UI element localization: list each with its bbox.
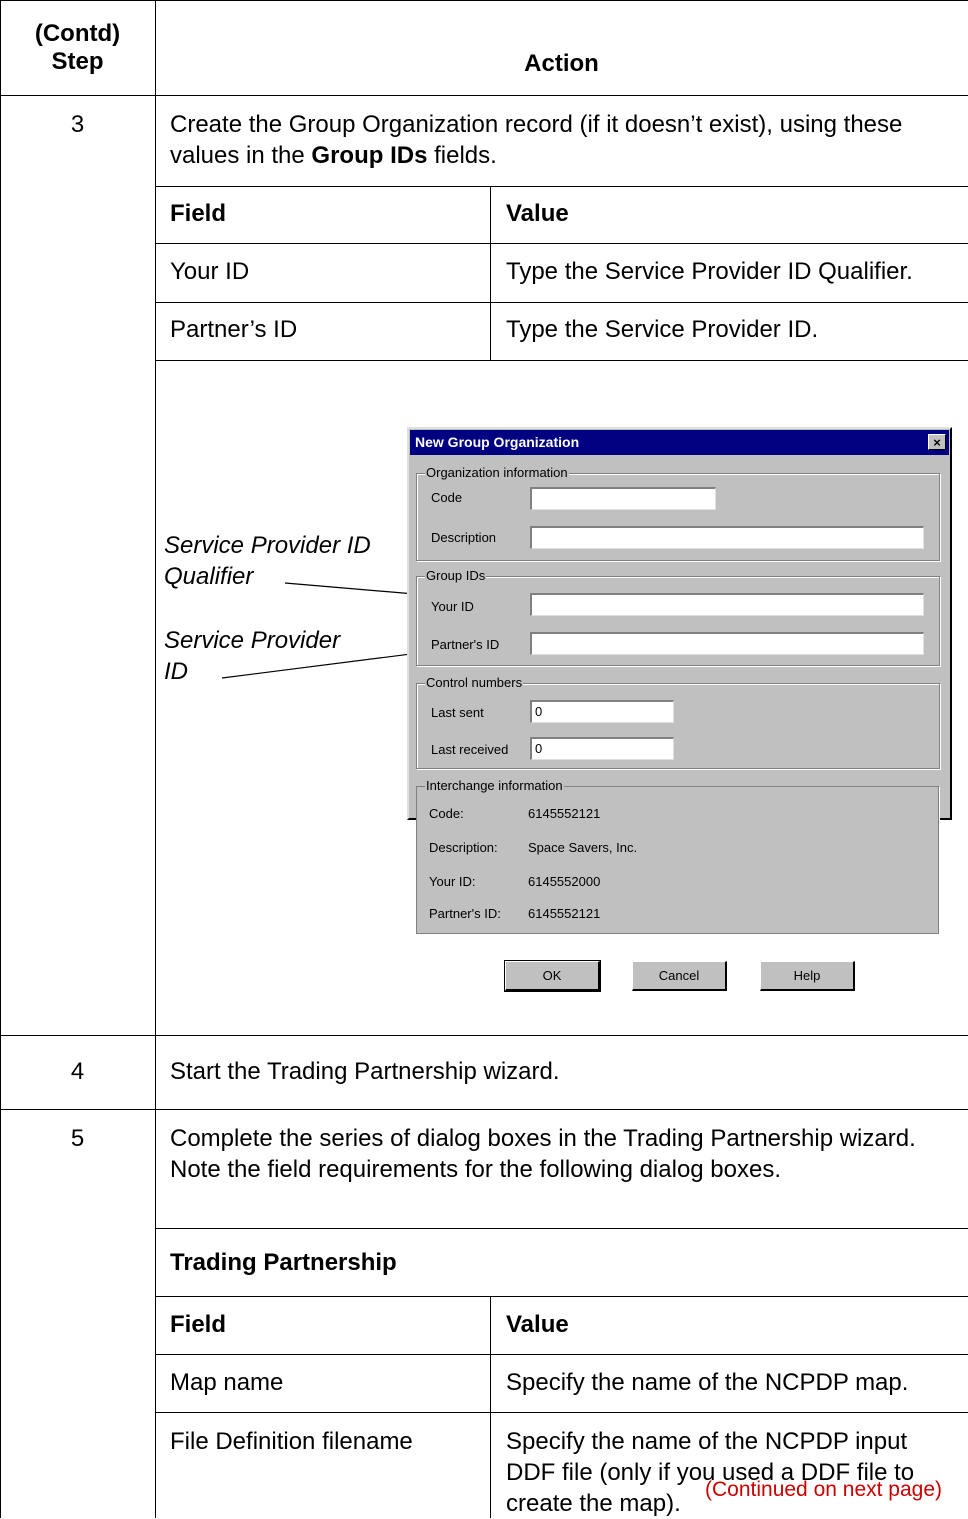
step5-table-header-field: Field [170,1311,227,1338]
step5-row2-value: Specify the name of the NCPDP input DDF … [506,1428,915,1517]
ic-code-value: 6145552121 [528,806,601,821]
organization-information-group: Organization information Code Descriptio… [416,465,940,561]
continued-note: (Continued on next page) [705,1478,942,1501]
ic-code-label: Code: [429,806,464,821]
step-number-5: 5 [70,1125,85,1152]
last-sent-label: Last sent [431,705,484,720]
ic-description-label: Description: [429,840,498,855]
step5-table-header-value: Value [506,1311,569,1338]
code-field[interactable] [530,487,716,510]
step5-row2-field: File Definition filename [170,1428,413,1455]
partners-id-label: Partner's ID [431,637,500,652]
help-button[interactable]: Help [760,961,855,991]
interchange-information-group: Interchange information Code: 6145552121… [416,778,939,934]
last-received-field[interactable]: 0 [530,737,674,760]
ic-description-value: Space Savers, Inc. [528,840,638,855]
dialog-title: New Group Organization [415,434,580,450]
control-numbers-group: Control numbers Last sent 0 Last receive… [416,675,940,769]
interchange-information-label: Interchange information [425,778,564,794]
ok-button[interactable]: OK [504,960,601,992]
last-sent-field[interactable]: 0 [530,700,674,723]
your-id-field[interactable] [530,593,924,616]
ic-partners-id-label: Partner's ID: [429,906,501,921]
your-id-label: Your ID [431,599,474,614]
description-label: Description [431,530,497,545]
trading-partnership-title: Trading Partnership [170,1249,397,1276]
description-field[interactable] [530,526,924,549]
new-group-organization-dialog: New Group Organization × Organization in… [407,427,952,820]
step5-row1-field: Map name [170,1369,284,1396]
organization-information-label: Organization information [425,465,569,481]
step4-instruction: Start the Trading Partnership wizard. [170,1058,560,1085]
control-numbers-label: Control numbers [425,675,524,691]
ic-partners-id-value: 6145552121 [528,906,601,921]
ic-your-id-value: 6145552000 [528,874,601,889]
cancel-button[interactable]: Cancel [632,961,727,991]
code-label: Code [431,490,463,505]
dialog-titlebar: New Group Organization × [410,430,949,455]
last-received-label: Last received [431,742,509,757]
step5-row1-value: Specify the name of the NCPDP map. [506,1369,909,1396]
partners-id-field[interactable] [530,632,924,655]
group-ids-group: Group IDs Your ID Partner's ID [416,568,940,666]
step5-instruction: Complete the series of dialog boxes in t… [170,1125,916,1183]
ic-your-id-label: Your ID: [429,874,476,889]
close-icon[interactable]: × [928,434,946,450]
group-ids-label: Group IDs [425,568,487,584]
step-number-4: 4 [70,1058,85,1085]
